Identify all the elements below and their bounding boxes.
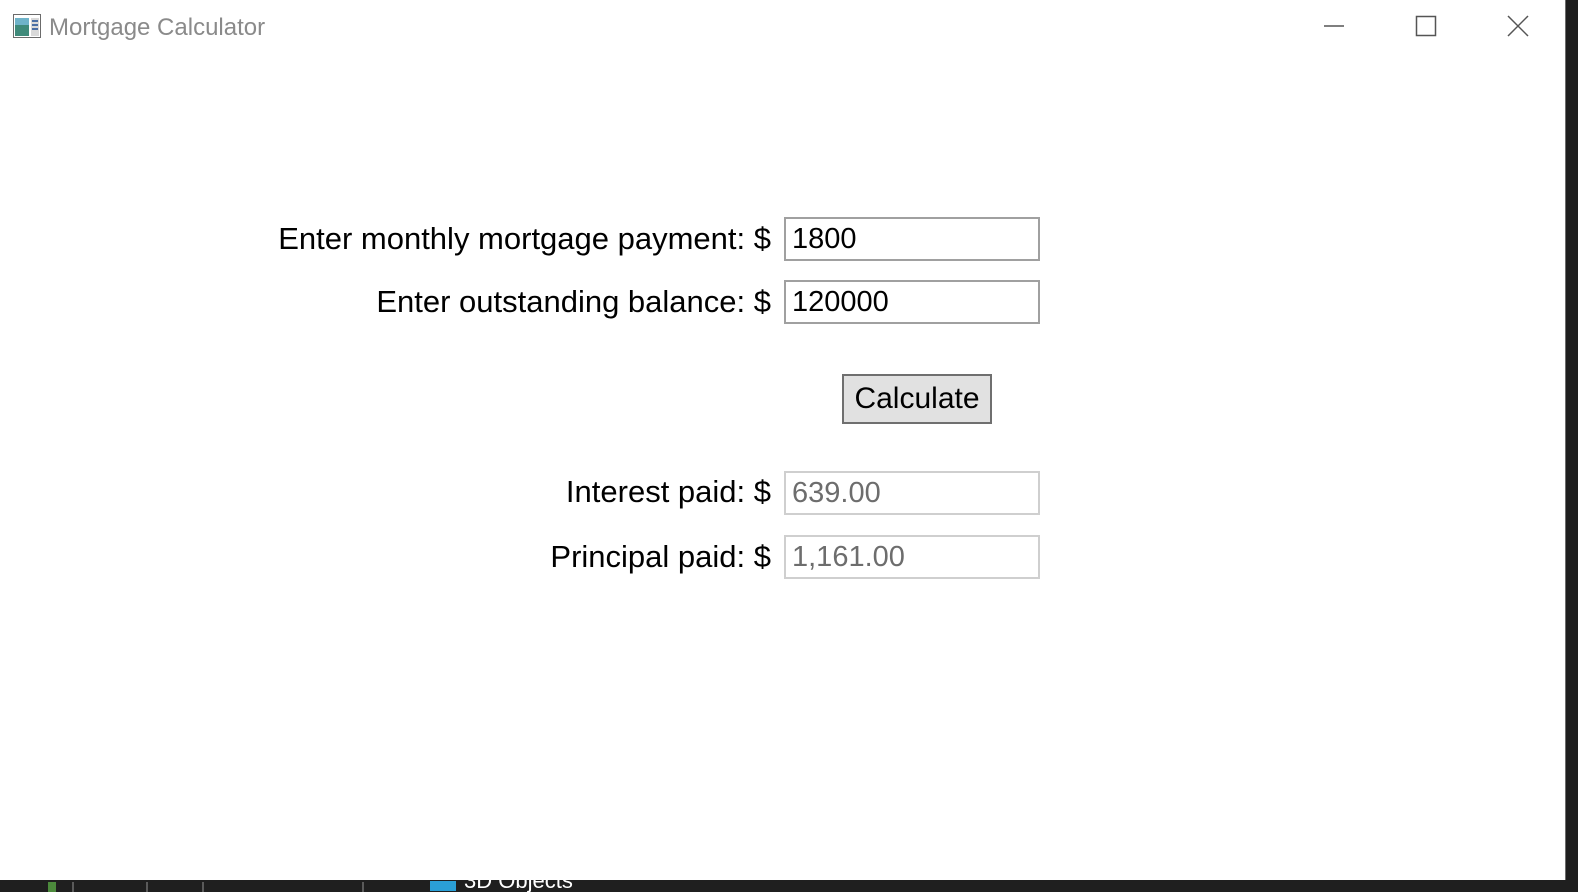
- app-window: Mortgage Calculator Enter monthly mortga…: [0, 0, 1566, 880]
- close-icon: [1507, 14, 1529, 42]
- close-button[interactable]: [1472, 0, 1564, 56]
- window-title: Mortgage Calculator: [49, 14, 266, 41]
- maximize-icon: [1415, 15, 1437, 42]
- interest-label: Interest paid: $: [565, 474, 771, 509]
- maximize-button[interactable]: [1380, 0, 1472, 56]
- minimize-icon: [1323, 15, 1345, 42]
- title-bar[interactable]: Mortgage Calculator: [0, 0, 1565, 58]
- balance-label: Enter outstanding balance: $: [376, 284, 771, 319]
- taskbar-item-label[interactable]: 3D Objects: [464, 880, 573, 892]
- app-window-icon: [13, 14, 41, 38]
- payment-label: Enter monthly mortgage payment: $: [278, 221, 771, 256]
- interest-output[interactable]: [784, 471, 1040, 515]
- principal-label: Principal paid: $: [550, 539, 771, 574]
- background-taskbar-strip: 3D Objects: [0, 880, 1578, 892]
- minimize-button[interactable]: [1288, 0, 1380, 56]
- calculate-button[interactable]: Calculate: [842, 374, 992, 424]
- principal-output[interactable]: [784, 535, 1040, 579]
- folder-icon: [430, 881, 456, 891]
- balance-input[interactable]: [784, 280, 1040, 324]
- payment-input[interactable]: [784, 217, 1040, 261]
